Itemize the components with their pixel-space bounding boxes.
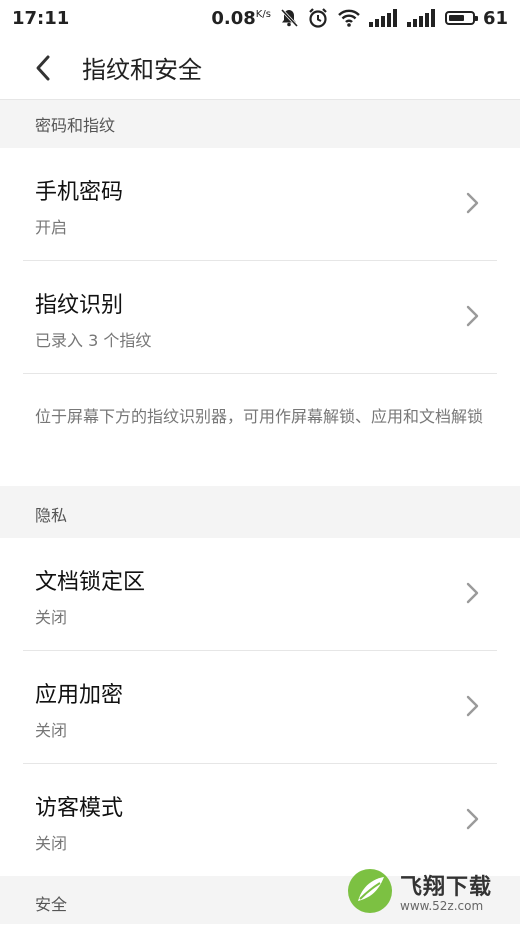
alarm-icon (307, 7, 329, 29)
section-header-password: 密码和指纹 (0, 100, 520, 148)
phone-password-status: 开启 (35, 218, 68, 237)
bell-muted-icon (279, 8, 299, 28)
fingerprint-title: 指纹识别 (35, 293, 124, 318)
fingerprint-item[interactable]: 指纹识别 已录入 3 个指纹 (0, 261, 520, 373)
chevron-left-icon (36, 55, 50, 80)
status-icons: 0.08K/s 61 (211, 7, 508, 29)
document-lock-status: 关闭 (35, 608, 68, 627)
back-button[interactable] (22, 47, 64, 89)
chevron-right-icon (466, 305, 479, 327)
battery-icon (444, 11, 478, 25)
chevron-right-icon (466, 192, 479, 214)
watermark-brand: 飞翔下载 (400, 875, 493, 900)
guest-mode-status: 关闭 (35, 834, 68, 853)
app-encryption-status: 关闭 (35, 721, 68, 740)
battery-level: 61 (482, 7, 508, 29)
phone-password-item[interactable]: 手机密码 开启 (0, 148, 520, 260)
signal-icon (406, 9, 437, 27)
document-lock-item[interactable]: 文档锁定区 关闭 (0, 538, 520, 650)
network-speed: 0.08K/s (211, 7, 271, 29)
guest-mode-title: 访客模式 (35, 796, 124, 821)
chevron-right-icon (466, 695, 479, 717)
fingerprint-description: 位于屏幕下方的指纹识别器，可用作屏幕解锁、应用和文档解锁 (35, 407, 484, 426)
watermark-url: www.52z.com (400, 899, 484, 913)
status-bar: 17:11 0.08K/s 61 (0, 0, 520, 36)
app-encryption-title: 应用加密 (35, 683, 124, 708)
chevron-right-icon (466, 808, 479, 830)
phone-password-title: 手机密码 (35, 180, 124, 205)
page-title: 指纹和安全 (82, 56, 202, 84)
section-header-privacy: 隐私 (0, 486, 520, 538)
status-time: 17:11 (12, 7, 70, 29)
network-speed-unit: K/s (255, 8, 271, 20)
document-lock-title: 文档锁定区 (35, 570, 146, 595)
fingerprint-status: 已录入 3 个指纹 (35, 331, 152, 350)
top-bar: 指纹和安全 (0, 36, 520, 100)
guest-mode-item[interactable]: 访客模式 关闭 (0, 764, 520, 876)
leaf-logo-icon (348, 869, 392, 913)
divider (23, 373, 497, 374)
signal-icon (368, 9, 399, 27)
watermark: 飞翔下载 www.52z.com (346, 864, 514, 918)
app-encryption-item[interactable]: 应用加密 关闭 (0, 651, 520, 763)
wifi-icon (337, 8, 361, 28)
chevron-right-icon (466, 582, 479, 604)
